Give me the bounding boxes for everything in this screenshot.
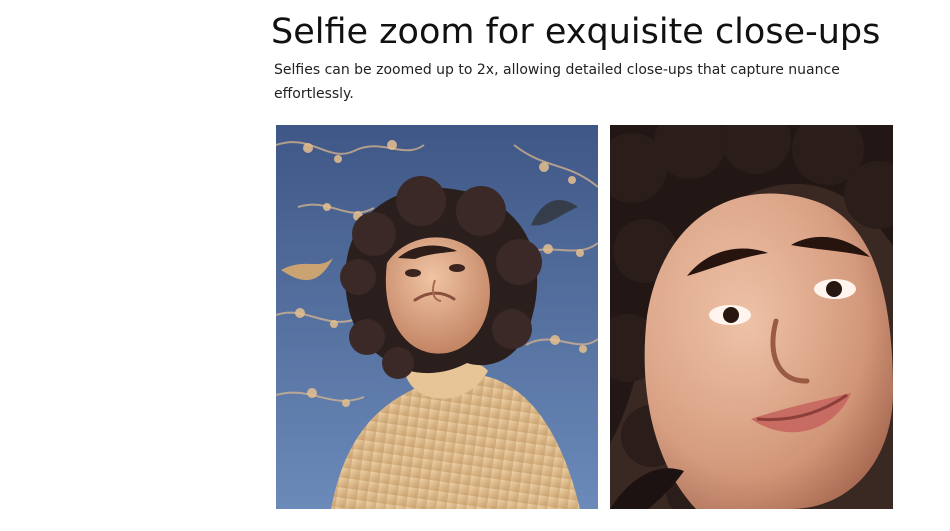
wide-selfie-image xyxy=(276,125,598,509)
section-heading: Selfie zoom for exquisite close-ups xyxy=(271,12,881,52)
selfie-zoom-section: Selfie zoom for exquisite close-ups Self… xyxy=(0,0,950,531)
zoomed-selfie-illustration xyxy=(610,125,893,509)
section-description: Selfies can be zoomed up to 2x, allowing… xyxy=(274,62,840,102)
wide-selfie-illustration xyxy=(276,125,598,509)
zoomed-selfie-image xyxy=(610,125,893,509)
